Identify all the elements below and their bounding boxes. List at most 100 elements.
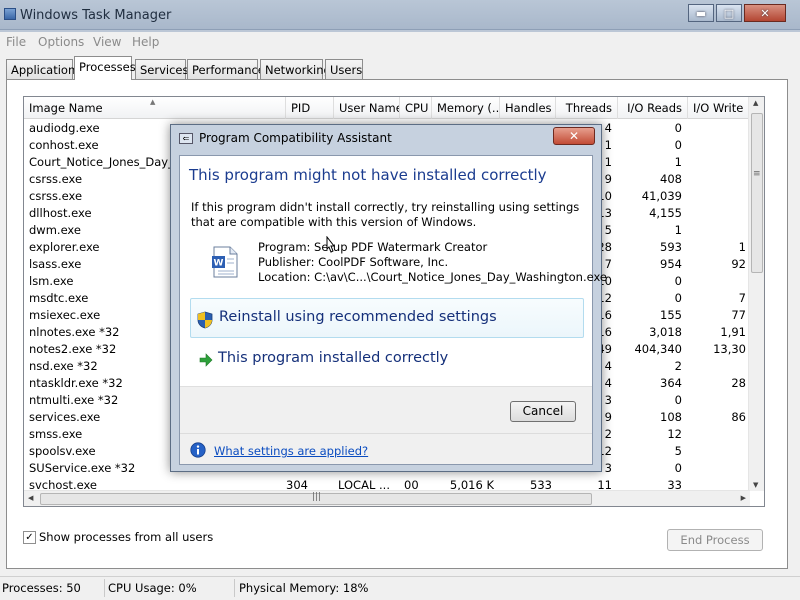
cell-io-reads: 0	[674, 461, 682, 475]
scroll-left-icon[interactable]: ◀	[28, 494, 33, 502]
show-all-users-option[interactable]: ✓ Show processes from all users	[23, 530, 213, 544]
mouse-cursor-icon	[326, 236, 335, 253]
column-pid[interactable]: PID	[286, 97, 334, 119]
cell-io-reads: 0	[674, 121, 682, 135]
end-process-button[interactable]: End Process	[667, 529, 763, 551]
column-header-row: Image Name ▲ PID User Name CPU Memory (.…	[24, 97, 750, 119]
column-cpu[interactable]: CPU	[400, 97, 432, 119]
cell-io-writes: 1,91	[720, 325, 746, 339]
status-divider	[104, 579, 105, 597]
cell-io-reads: 12	[667, 427, 682, 441]
cell-io-writes: 92	[731, 257, 746, 271]
what-settings-link[interactable]: What settings are applied?	[214, 444, 368, 458]
column-user-name[interactable]: User Name	[334, 97, 400, 119]
cell-io-writes: 7	[738, 291, 746, 305]
cell-io-writes: 1	[738, 240, 746, 254]
tab-performance[interactable]: Performance	[187, 59, 265, 79]
tab-services[interactable]: Services	[135, 59, 189, 79]
window-title: Windows Task Manager	[20, 8, 172, 23]
dialog-heading: This program might not have installed co…	[189, 166, 547, 184]
column-memory[interactable]: Memory (...	[432, 97, 500, 119]
status-divider	[234, 579, 235, 597]
status-processes: Processes: 50	[2, 581, 81, 595]
maximize-button[interactable]: □	[716, 4, 742, 22]
scroll-right-icon[interactable]: ▶	[741, 494, 746, 502]
close-button[interactable]: ✕	[744, 4, 786, 22]
tab-networking[interactable]: Networking	[260, 59, 331, 79]
cell-io-reads: 0	[674, 274, 682, 288]
cell-io-reads: 593	[660, 240, 682, 254]
cell-io-reads: 364	[660, 376, 682, 390]
program-location: Location: C:\av\C...\Court_Notice_Jones_…	[258, 270, 608, 284]
cell-io-writes: 13,30	[713, 342, 746, 356]
installed-correctly-label: This program installed correctly	[218, 350, 449, 366]
publisher-name: Publisher: CoolPDF Software, Inc.	[258, 255, 449, 269]
column-io-reads[interactable]: I/O Reads	[618, 97, 688, 119]
cell-io-reads: 155	[660, 308, 682, 322]
menu-help[interactable]: Help	[132, 35, 159, 49]
vertical-scrollbar[interactable]: ▲ ≡ ▼	[748, 97, 764, 491]
scroll-grip-icon: ≡	[753, 169, 761, 179]
menu-view[interactable]: View	[93, 35, 121, 49]
tab-processes[interactable]: Processes	[74, 56, 136, 80]
reinstall-recommended-command[interactable]: Reinstall using recommended settings	[190, 298, 584, 338]
hscroll-grip-icon: |||	[312, 492, 322, 502]
task-manager-icon	[4, 8, 16, 20]
cell-io-writes: 28	[731, 376, 746, 390]
sort-ascending-icon: ▲	[150, 98, 156, 106]
dialog-title-bar[interactable]: ⇐ Program Compatibility Assistant ✕	[171, 125, 601, 151]
info-icon	[190, 442, 206, 458]
dialog-footer: Cancel What settings are applied?	[180, 386, 592, 464]
cancel-button[interactable]: Cancel	[510, 401, 576, 422]
scroll-up-icon[interactable]: ▲	[753, 99, 758, 107]
dialog-close-button[interactable]: ✕	[553, 127, 595, 145]
cell-io-reads: 0	[674, 138, 682, 152]
scroll-down-icon[interactable]: ▼	[753, 481, 758, 489]
compatibility-dialog: ⇐ Program Compatibility Assistant ✕ This…	[170, 124, 607, 472]
cell-io-reads: 3,018	[649, 325, 682, 339]
cell-io-reads: 4,155	[649, 206, 682, 220]
uac-shield-icon	[197, 311, 213, 329]
column-threads[interactable]: Threads	[556, 97, 618, 119]
column-handles[interactable]: Handles	[500, 97, 556, 119]
cell-io-reads: 404,340	[634, 342, 682, 356]
column-io-writes[interactable]: I/O Write	[688, 97, 750, 119]
status-cpu-usage: CPU Usage: 0%	[108, 581, 197, 595]
cell-io-reads: 1	[674, 223, 682, 237]
cell-io-reads: 1	[674, 155, 682, 169]
cell-io-writes: 77	[731, 308, 746, 322]
cell-io-reads: 41,039	[641, 189, 682, 203]
show-all-users-checkbox[interactable]: ✓	[23, 530, 36, 544]
dialog-content: This program might not have installed co…	[179, 155, 607, 465]
dialog-title: Program Compatibility Assistant	[199, 131, 392, 145]
cell-io-reads: 108	[660, 410, 682, 424]
title-bar[interactable]: Windows Task Manager ▬ □ ✕	[0, 0, 800, 30]
footer-divider	[180, 433, 592, 434]
horizontal-scrollbar[interactable]: ◀ ||| ▶	[24, 490, 750, 506]
show-all-users-label: Show processes from all users	[39, 530, 214, 544]
cell-io-reads: 2	[674, 359, 682, 373]
reinstall-command-label: Reinstall using recommended settings	[219, 309, 497, 325]
menu-options[interactable]: Options	[38, 35, 84, 49]
installer-document-icon: W	[212, 246, 238, 278]
tab-applications[interactable]: Applications	[6, 59, 81, 79]
installed-correctly-command[interactable]: This program installed correctly	[190, 342, 584, 378]
window-controls: ▬ □ ✕	[686, 4, 786, 22]
cell-io-reads: 0	[674, 291, 682, 305]
cell-io-reads: 0	[674, 393, 682, 407]
compatibility-assistant-icon: ⇐	[179, 133, 193, 144]
status-physical-memory: Physical Memory: 18%	[239, 581, 369, 595]
menu-bar: File Options View Help	[0, 32, 800, 52]
cell-io-reads: 5	[674, 444, 682, 458]
green-arrow-icon	[199, 353, 213, 367]
svg-text:W: W	[214, 259, 224, 269]
vertical-scroll-thumb[interactable]	[751, 113, 763, 273]
minimize-button[interactable]: ▬	[688, 4, 714, 22]
cell-io-reads: 954	[660, 257, 682, 271]
dialog-description: If this program didn't install correctly…	[191, 200, 580, 229]
tab-users[interactable]: Users	[325, 59, 363, 79]
cell-io-reads: 408	[660, 172, 682, 186]
cell-io-writes: 86	[731, 410, 746, 424]
menu-file[interactable]: File	[6, 35, 26, 49]
status-bar: Processes: 50 CPU Usage: 0% Physical Mem…	[0, 576, 800, 600]
